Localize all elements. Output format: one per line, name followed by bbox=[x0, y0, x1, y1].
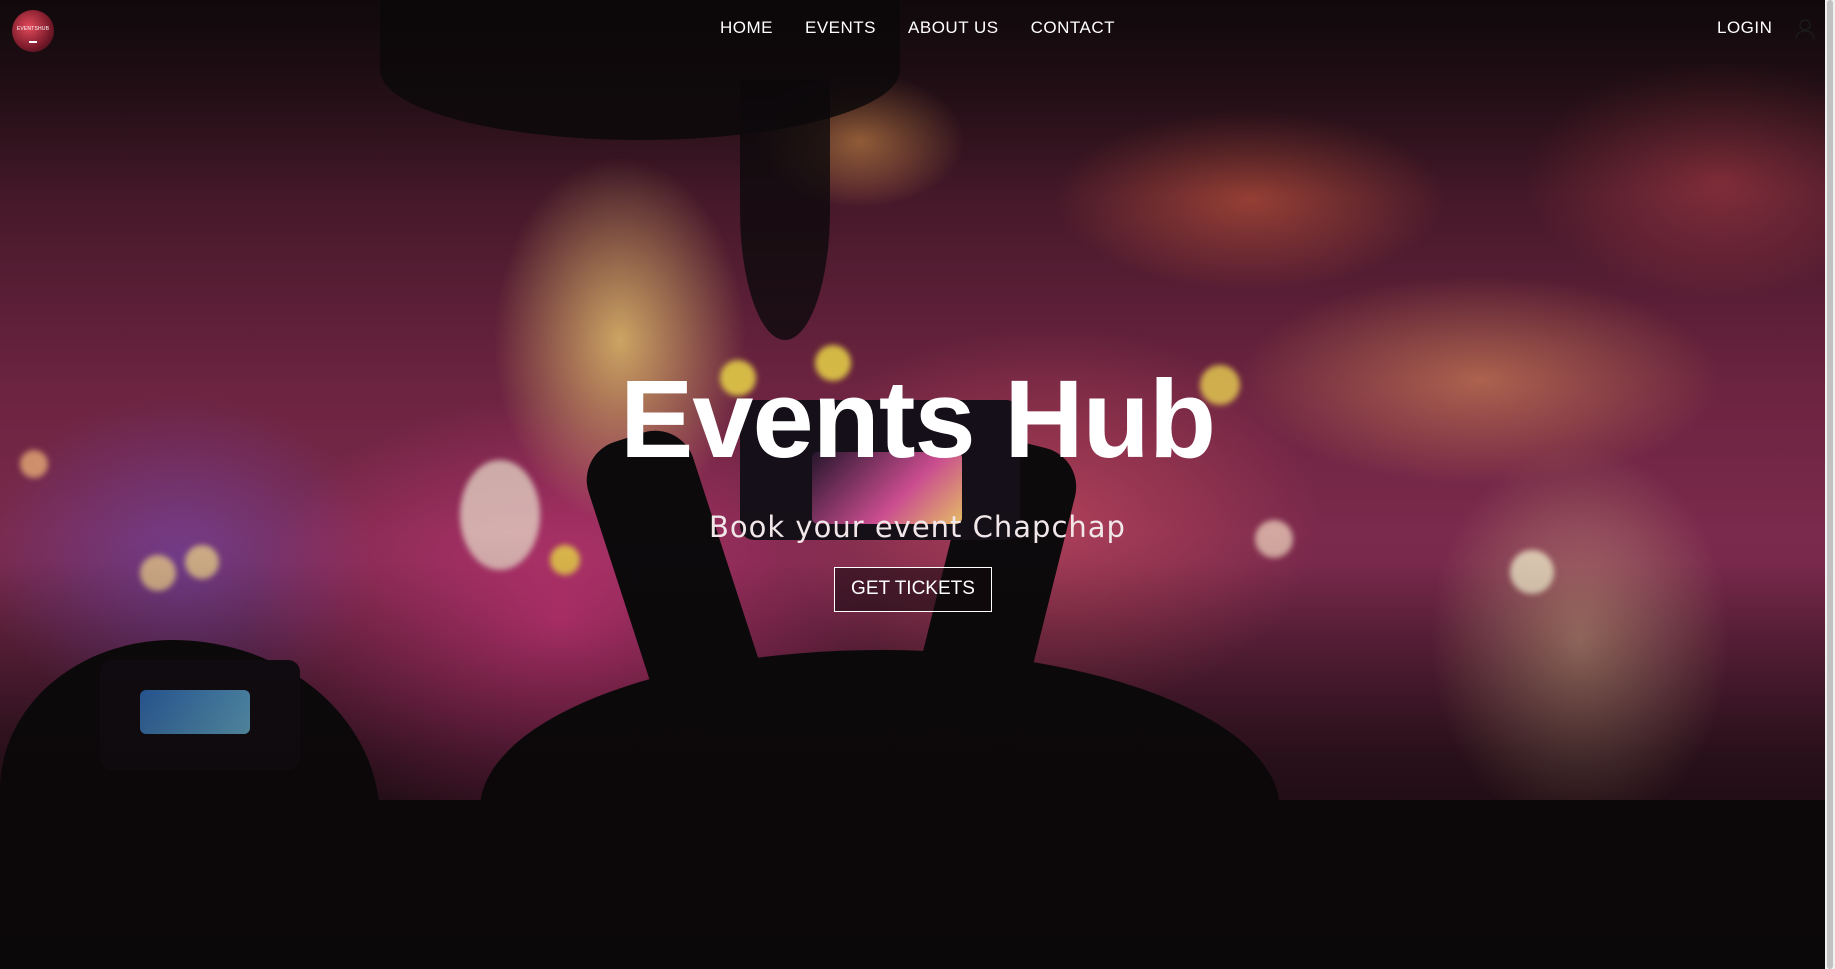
scrollbar-thumb[interactable] bbox=[1827, 0, 1833, 969]
get-tickets-button[interactable]: GET TICKETS bbox=[834, 567, 992, 612]
nav-link-about-us[interactable]: ABOUT US bbox=[908, 18, 999, 38]
logo-mark bbox=[29, 41, 37, 43]
page: EVENTSHUB HOME EVENTS ABOUT US CONTACT L… bbox=[0, 0, 1835, 969]
navbar: EVENTSHUB HOME EVENTS ABOUT US CONTACT L… bbox=[0, 0, 1835, 58]
login-link[interactable]: LOGIN bbox=[1717, 18, 1772, 38]
nav-links: HOME EVENTS ABOUT US CONTACT bbox=[720, 18, 1147, 38]
user-icon[interactable] bbox=[1793, 17, 1817, 41]
logo-text: EVENTSHUB bbox=[16, 26, 50, 32]
hero-title: Events Hub bbox=[619, 358, 1216, 481]
hero-subtitle: Book your event Chapchap bbox=[709, 510, 1126, 544]
nav-link-events[interactable]: EVENTS bbox=[805, 18, 876, 38]
hero-overlay bbox=[0, 0, 1835, 969]
site-logo[interactable]: EVENTSHUB bbox=[12, 10, 54, 52]
nav-link-home[interactable]: HOME bbox=[720, 18, 773, 38]
nav-link-contact[interactable]: CONTACT bbox=[1031, 18, 1115, 38]
page-scrollbar[interactable] bbox=[1825, 0, 1835, 969]
